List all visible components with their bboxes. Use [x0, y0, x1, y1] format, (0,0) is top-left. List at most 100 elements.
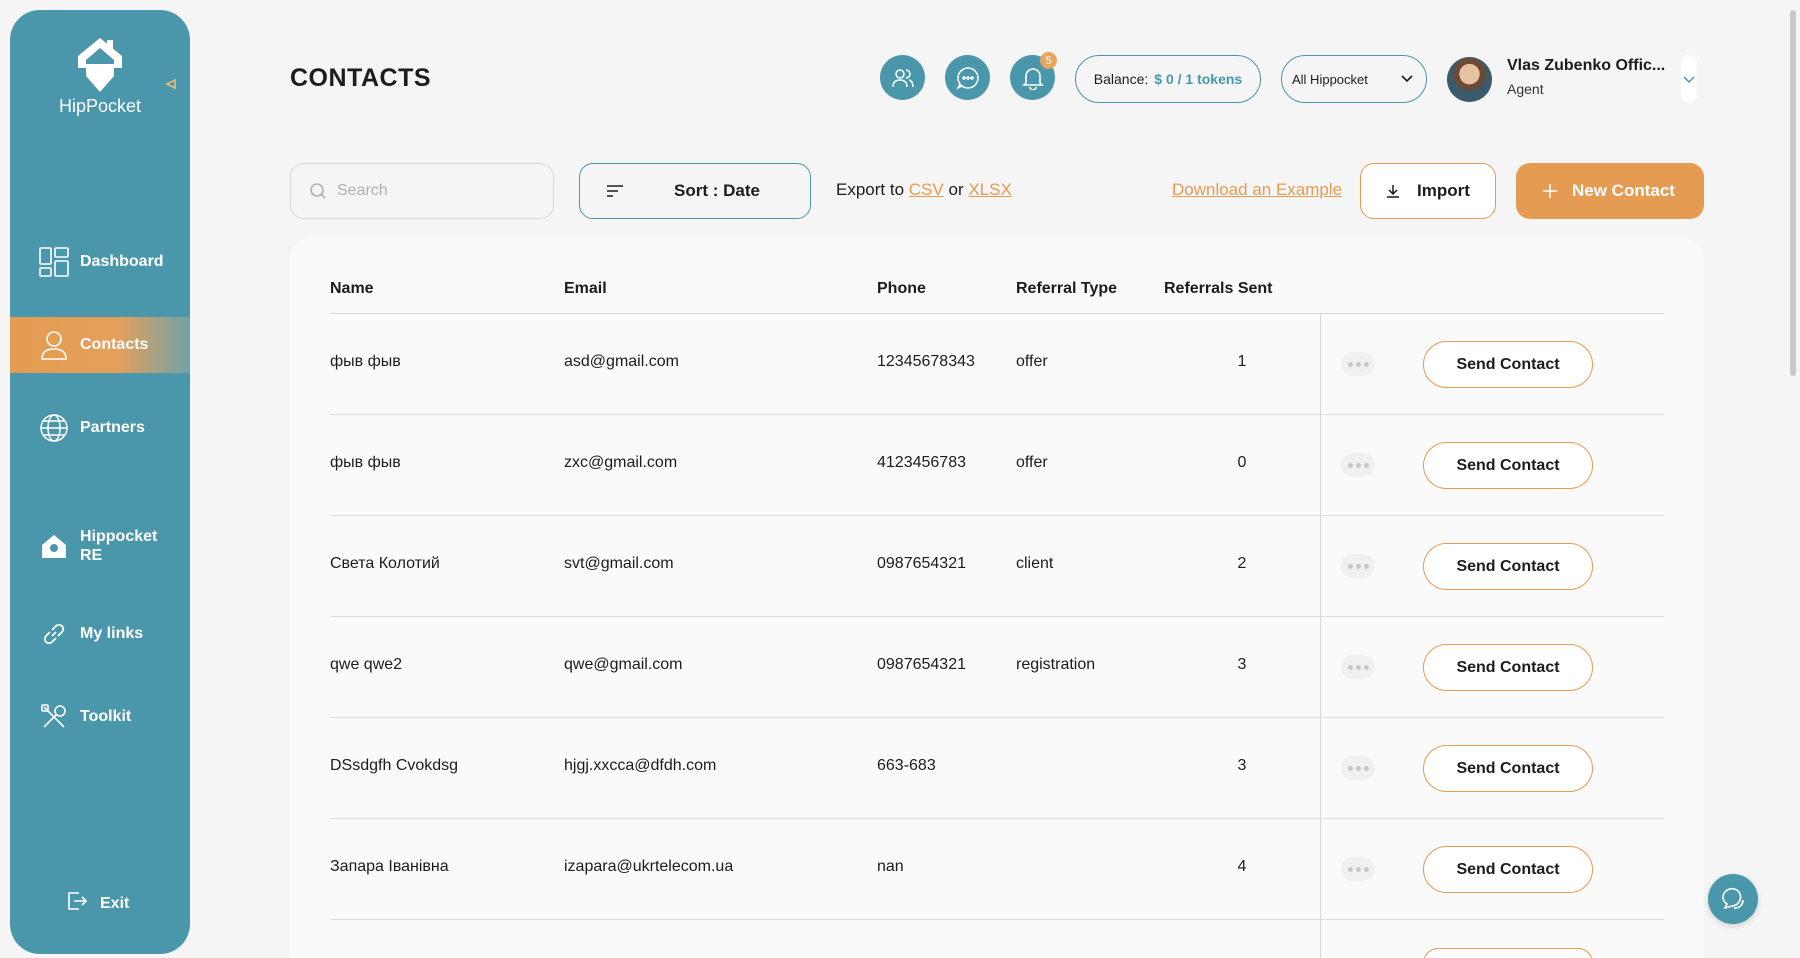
contact-referrals-sent: 3 — [1237, 656, 1247, 673]
table-row[interactable]: Света Колотий svt@gmail.com 0987654321 c… — [0, 516, 1800, 617]
send-contact-button-partial[interactable] — [1423, 948, 1593, 958]
logo-text: HipPocket — [58, 96, 142, 116]
bell-icon — [1021, 67, 1044, 90]
contact-email: asd@gmail.com — [564, 353, 679, 370]
house-logo-icon — [78, 38, 122, 92]
workspace-select[interactable]: All Hippocket — [1281, 55, 1427, 103]
column-header-phone: Phone — [877, 280, 926, 297]
contact-phone: 0987654321 — [877, 555, 966, 572]
dot-icon — [1347, 866, 1353, 872]
send-contact-button[interactable]: Send Contact — [1423, 846, 1593, 893]
send-contact-button[interactable]: Send Contact — [1423, 341, 1593, 388]
contact-referral-type: offer — [1016, 353, 1048, 370]
dot-icon — [1363, 866, 1369, 872]
send-contact-button[interactable]: Send Contact — [1423, 442, 1593, 489]
support-chat-button[interactable] — [1708, 874, 1758, 924]
dot-icon — [1355, 664, 1361, 670]
table-row[interactable]: фыв фыв zxc@gmail.com 4123456783 offer 0… — [0, 415, 1800, 516]
contact-referrals-sent: 0 — [1237, 454, 1247, 471]
dot-icon — [1347, 765, 1353, 771]
contact-email: zxc@gmail.com — [564, 454, 678, 471]
contact-email: hjgj.xxcca@dfdh.com — [564, 757, 717, 774]
dashboard-icon — [38, 246, 70, 278]
download-icon — [1387, 185, 1399, 198]
more-options-button[interactable] — [1341, 352, 1375, 376]
row-divider — [330, 919, 1664, 920]
contact-phone: 4123456783 — [877, 454, 966, 471]
sidebar-item-label: Dashboard — [80, 253, 164, 270]
send-contact-button[interactable]: Send Contact — [1423, 543, 1593, 590]
balance-pill[interactable]: Balance: $ 0 / 1 tokens — [1075, 55, 1261, 103]
plus-icon — [1543, 184, 1557, 198]
chevron-down-icon — [1683, 76, 1695, 84]
dot-icon — [1355, 563, 1361, 569]
send-contact-button[interactable]: Send Contact — [1423, 745, 1593, 792]
chevron-down-icon — [1401, 75, 1413, 83]
column-header-referrals-sent: Referrals Sent — [1164, 280, 1273, 297]
sidebar-item-dashboard[interactable]: Dashboard — [10, 234, 190, 290]
users-icon — [891, 68, 914, 87]
contact-name: Света Колотий — [330, 555, 440, 572]
contact-referrals-sent: 2 — [1237, 555, 1247, 572]
contact-email: svt@gmail.com — [564, 555, 674, 572]
export-xlsx-link[interactable]: XLSX — [968, 180, 1011, 199]
import-label: Import — [1417, 181, 1470, 200]
contact-referral-type: offer — [1016, 454, 1048, 471]
column-header-referral-type: Referral Type — [1016, 280, 1118, 297]
import-button[interactable]: Import — [1360, 163, 1496, 219]
new-contact-label: New Contact — [1572, 181, 1675, 200]
messages-button[interactable] — [945, 55, 990, 100]
table-row[interactable]: DSsdgfh Cvokdsg hjgj.xxcca@dfdh.com 663-… — [0, 718, 1800, 819]
export-csv-link[interactable]: CSV — [909, 180, 944, 199]
column-header-email: Email — [564, 280, 607, 297]
collapse-arrow-icon[interactable] — [165, 78, 177, 90]
dot-icon — [1347, 664, 1353, 670]
scrollbar[interactable] — [1790, 10, 1796, 376]
notifications-badge: 5 — [1040, 52, 1057, 69]
new-contact-button[interactable]: New Contact — [1516, 163, 1704, 219]
send-contact-button[interactable]: Send Contact — [1423, 644, 1593, 691]
more-options-button[interactable] — [1341, 857, 1375, 881]
dot-icon — [1347, 361, 1353, 367]
contact-referrals-sent: 3 — [1237, 757, 1247, 774]
team-button[interactable] — [880, 55, 925, 100]
more-options-button[interactable] — [1341, 756, 1375, 780]
contact-referral-type: client — [1016, 555, 1054, 572]
dot-icon — [1355, 462, 1361, 468]
download-example-link[interactable]: Download an Example — [1172, 180, 1342, 200]
dot-icon — [1347, 563, 1353, 569]
search-input[interactable] — [337, 182, 537, 200]
column-header-name: Name — [330, 280, 374, 297]
export-links: Export to CSV or XLSX — [836, 180, 1012, 200]
table-row[interactable]: фыв фыв asd@gmail.com 12345678343 offer … — [0, 314, 1800, 415]
dot-icon — [1363, 765, 1369, 771]
contact-phone: nan — [877, 858, 904, 875]
more-options-button[interactable] — [1341, 655, 1375, 679]
user-role: Agent — [1507, 81, 1544, 97]
contact-name: DSsdgfh Cvokdsg — [330, 757, 459, 774]
table-row[interactable]: qwe qwe2 qwe@gmail.com 0987654321 regist… — [0, 617, 1800, 718]
contact-phone: 663-683 — [877, 757, 936, 774]
export-prefix: Export to — [836, 180, 905, 199]
chat-support-icon — [1722, 887, 1744, 910]
user-name: Vlas Zubenko Offic... — [1507, 57, 1666, 74]
sort-button[interactable]: Sort : Date — [579, 163, 811, 219]
contact-referral-type: registration — [1016, 656, 1096, 673]
contact-name: фыв фыв — [330, 353, 401, 370]
search-box[interactable] — [290, 163, 554, 219]
more-options-button[interactable] — [1341, 554, 1375, 578]
dot-icon — [1347, 462, 1353, 468]
dot-icon — [1363, 361, 1369, 367]
contact-phone: 12345678343 — [877, 353, 975, 370]
avatar[interactable] — [1447, 57, 1492, 102]
contact-name: фыв фыв — [330, 454, 401, 471]
contact-referrals-sent: 4 — [1237, 858, 1247, 875]
balance-value: $ 0 / 1 tokens — [1154, 71, 1243, 87]
logo[interactable]: HipPocket — [10, 34, 190, 117]
page-title: CONTACTS — [290, 64, 432, 92]
user-menu-toggle[interactable] — [1681, 55, 1697, 103]
table-row[interactable]: Запара Іванівна izapara@ukrtelecom.ua na… — [0, 819, 1800, 920]
search-icon — [310, 183, 326, 199]
dot-icon — [1355, 361, 1361, 367]
more-options-button[interactable] — [1341, 453, 1375, 477]
